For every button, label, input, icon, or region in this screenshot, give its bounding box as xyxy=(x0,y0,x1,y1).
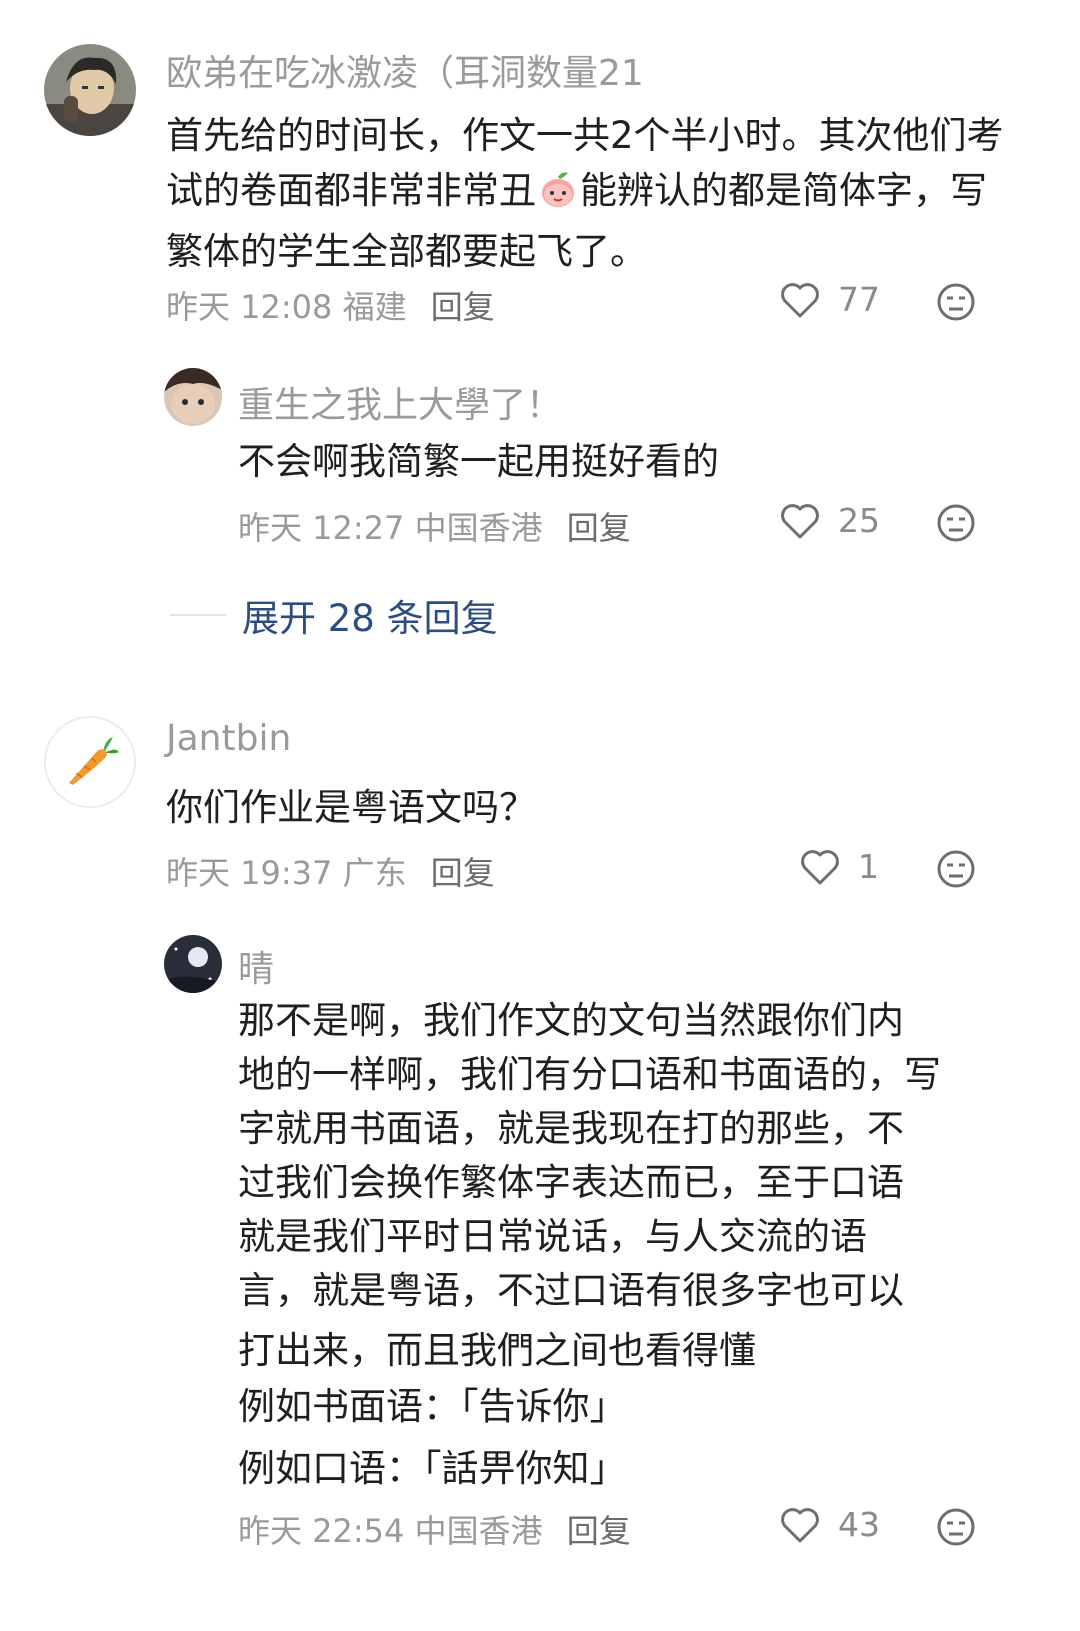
reply-text-line: 字就用书面语，就是我现在打的那些，不 xyxy=(238,1107,904,1150)
like-count: 25 xyxy=(838,501,880,540)
avatar-image xyxy=(164,935,222,993)
reply-text: 不会啊我简繁一起用挺好看的 xyxy=(238,440,719,483)
peach-face-emoji-icon xyxy=(538,169,578,224)
reply-text-line: 言，就是粤语，不过口语有很多字也可以 xyxy=(238,1269,904,1312)
reply-button[interactable]: 回复 xyxy=(431,288,495,326)
reply-location: 中国香港 xyxy=(414,1512,543,1550)
reply-text-line: 那不是啊，我们作文的文句当然跟你们内 xyxy=(238,999,904,1042)
reply-text-line: 就是我们平时日常说话，与人交流的语 xyxy=(238,1215,867,1258)
neutral-face-icon xyxy=(937,504,975,542)
heart-outline-icon xyxy=(801,849,839,884)
username[interactable]: Jantbin xyxy=(166,718,291,759)
heart-outline-icon xyxy=(781,503,819,538)
comment-text: 你们作业是粤语文吗？ xyxy=(166,786,536,829)
expand-divider xyxy=(170,614,226,616)
heart-outline-icon xyxy=(781,1507,819,1542)
neutral-face-icon xyxy=(937,1508,975,1546)
dislike-button[interactable] xyxy=(936,849,976,893)
like-count: 43 xyxy=(838,1505,880,1544)
dislike-button[interactable] xyxy=(936,282,976,326)
like-count: 1 xyxy=(858,847,879,886)
comment-location: 福建 xyxy=(342,288,407,326)
username[interactable]: 欧弟在吃冰激凌（耳洞数量21 xyxy=(166,44,644,96)
reply-text-line: 打出来，而且我們之间也看得懂 xyxy=(238,1329,756,1372)
reply-meta: 昨天 12:27 中国香港 回复 xyxy=(238,503,631,549)
neutral-face-icon xyxy=(937,283,975,321)
comment-date: 昨天 12:08 xyxy=(166,288,333,326)
heart-outline-icon xyxy=(781,282,819,317)
user-avatar[interactable] xyxy=(44,44,136,136)
like-button[interactable]: 43 xyxy=(780,1505,880,1544)
reply-button[interactable]: 回复 xyxy=(431,854,495,892)
reply-username[interactable]: 重生之我上大學了！ xyxy=(238,376,562,428)
comment-meta: 昨天 19:37 广东 回复 xyxy=(166,848,495,894)
carrot-icon xyxy=(46,718,134,806)
user-avatar[interactable] xyxy=(44,716,136,808)
reply-text-line: 例如书面语：「告诉你」 xyxy=(238,1385,627,1428)
avatar-image xyxy=(164,368,222,426)
reply-date: 昨天 22:54 xyxy=(238,1512,405,1550)
comment-location: 广东 xyxy=(342,854,407,892)
reply-date: 昨天 12:27 xyxy=(238,509,405,547)
reply-text-line: 过我们会换作繁体字表达而已，至于口语 xyxy=(238,1161,904,1204)
dislike-button[interactable] xyxy=(936,503,976,547)
reply-text-line: 例如口语：「話畀你知」 xyxy=(238,1447,627,1490)
reply-avatar[interactable] xyxy=(164,935,222,993)
comment-text: 首先给的时间长，作文一共2个半小时。其次他们考试的卷面都非常非常丑 能辨认的都是简… xyxy=(166,108,1006,279)
reply-text: 那不是啊，我们作文的文句当然跟你们内 地的一样啊，我们有分口语和书面语的，写 字… xyxy=(238,994,1018,1500)
expand-replies-label: 展开 28 条回复 xyxy=(242,597,498,640)
like-count: 77 xyxy=(838,280,880,319)
reply-username[interactable]: 晴 xyxy=(238,940,274,992)
reply-avatar[interactable] xyxy=(164,368,222,426)
expand-replies-button[interactable]: 展开 28 条回复 xyxy=(170,588,498,642)
like-button[interactable]: 77 xyxy=(780,280,880,319)
avatar-image xyxy=(44,44,136,136)
reply-meta: 昨天 22:54 中国香港 回复 xyxy=(238,1506,631,1552)
like-button[interactable]: 1 xyxy=(800,847,879,886)
comment-meta: 昨天 12:08 福建 回复 xyxy=(166,282,495,328)
dislike-button[interactable] xyxy=(936,1507,976,1551)
reply-button[interactable]: 回复 xyxy=(567,509,631,547)
comment-date: 昨天 19:37 xyxy=(166,854,333,892)
reply-text-line: 地的一样啊，我们有分口语和书面语的，写 xyxy=(238,1053,941,1096)
reply-button[interactable]: 回复 xyxy=(567,1512,631,1550)
neutral-face-icon xyxy=(937,850,975,888)
reply-location: 中国香港 xyxy=(414,509,543,547)
like-button[interactable]: 25 xyxy=(780,501,880,540)
